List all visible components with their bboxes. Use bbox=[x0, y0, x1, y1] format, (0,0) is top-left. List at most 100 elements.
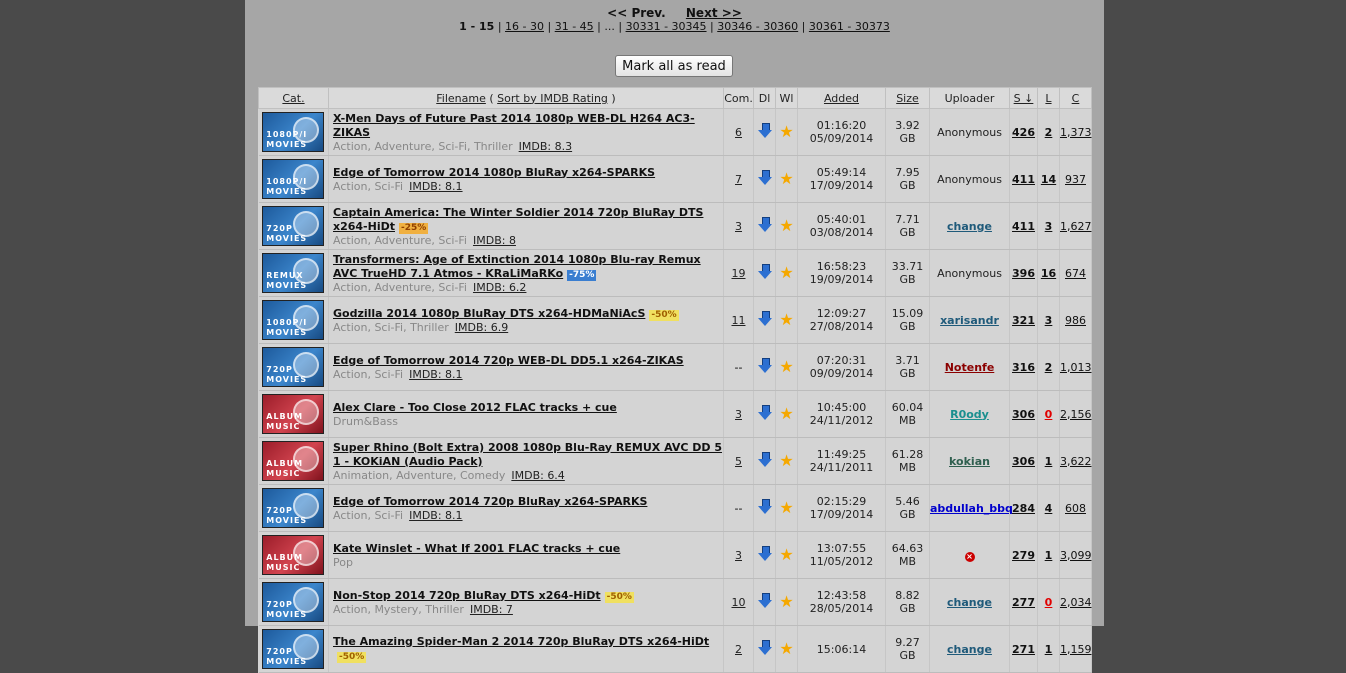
col-added[interactable]: Added bbox=[797, 87, 886, 109]
star-icon[interactable]: ★ bbox=[779, 592, 793, 611]
imdb-link[interactable]: IMDB: 7 bbox=[470, 603, 513, 616]
category-cell[interactable]: 1080P/I MOVIES bbox=[258, 296, 329, 344]
star-icon[interactable]: ★ bbox=[779, 404, 793, 423]
download-icon[interactable] bbox=[757, 452, 772, 467]
star-icon[interactable]: ★ bbox=[779, 122, 793, 141]
leechers-link[interactable]: 2 bbox=[1045, 126, 1053, 139]
watchlist-cell[interactable]: ★ bbox=[775, 108, 798, 156]
imdb-link[interactable]: IMDB: 8.3 bbox=[519, 140, 572, 153]
torrent-name-link[interactable]: Alex Clare - Too Close 2012 FLAC tracks … bbox=[333, 401, 617, 414]
seeders-link[interactable]: 426 bbox=[1012, 126, 1035, 139]
page-link[interactable]: 30331 - 30345 bbox=[626, 20, 707, 33]
download-icon[interactable] bbox=[757, 593, 772, 608]
category-cell[interactable]: 1080P/I MOVIES bbox=[258, 155, 329, 203]
category-cell[interactable]: 720P MOVIES bbox=[258, 343, 329, 391]
star-icon[interactable]: ★ bbox=[779, 357, 793, 376]
uploader-link[interactable]: change bbox=[947, 220, 992, 233]
star-icon[interactable]: ★ bbox=[779, 263, 793, 282]
category-icon[interactable]: ALBUM MUSIC bbox=[262, 394, 325, 434]
torrent-name-link[interactable]: Super Rhino (Bolt Extra) 2008 1080p Blu-… bbox=[333, 441, 722, 468]
completed-link[interactable]: 608 bbox=[1065, 502, 1086, 515]
comments-link[interactable]: 3 bbox=[735, 408, 742, 421]
watchlist-cell[interactable]: ★ bbox=[775, 249, 798, 297]
completed-link[interactable]: 1,013 bbox=[1060, 361, 1092, 374]
imdb-link[interactable]: IMDB: 6.2 bbox=[473, 281, 526, 294]
leechers-link[interactable]: 0 bbox=[1045, 408, 1053, 421]
sort-filename-link[interactable]: Filename bbox=[436, 92, 486, 105]
torrent-name-link[interactable]: Edge of Tomorrow 2014 720p WEB-DL DD5.1 … bbox=[333, 354, 684, 367]
star-icon[interactable]: ★ bbox=[779, 498, 793, 517]
leechers-link[interactable]: 1 bbox=[1045, 455, 1053, 468]
download-cell[interactable] bbox=[753, 249, 776, 297]
download-icon[interactable] bbox=[757, 217, 772, 232]
seeders-link[interactable]: 271 bbox=[1012, 643, 1035, 656]
uploader-link[interactable]: change bbox=[947, 643, 992, 656]
download-icon[interactable] bbox=[757, 311, 772, 326]
seeders-link[interactable]: 284 bbox=[1012, 502, 1035, 515]
leechers-link[interactable]: 0 bbox=[1045, 596, 1053, 609]
download-cell[interactable] bbox=[753, 390, 776, 438]
watchlist-cell[interactable]: ★ bbox=[775, 155, 798, 203]
comments-link[interactable]: 10 bbox=[732, 596, 746, 609]
comments-link[interactable]: 2 bbox=[735, 643, 742, 656]
leechers-link[interactable]: 4 bbox=[1045, 502, 1053, 515]
col-completed[interactable]: C bbox=[1059, 87, 1092, 109]
download-cell[interactable] bbox=[753, 296, 776, 344]
star-icon[interactable]: ★ bbox=[779, 310, 793, 329]
uploader-link[interactable]: xarisandr bbox=[940, 314, 999, 327]
star-icon[interactable]: ★ bbox=[779, 545, 793, 564]
seeders-link[interactable]: 411 bbox=[1012, 173, 1035, 186]
category-cell[interactable]: 1080P/I MOVIES bbox=[258, 108, 329, 156]
leechers-link[interactable]: 2 bbox=[1045, 361, 1053, 374]
watchlist-cell[interactable]: ★ bbox=[775, 531, 798, 579]
category-cell[interactable]: ALBUM MUSIC bbox=[258, 437, 329, 485]
category-cell[interactable]: 720P MOVIES bbox=[258, 625, 329, 673]
completed-link[interactable]: 986 bbox=[1065, 314, 1086, 327]
torrent-name-link[interactable]: Non-Stop 2014 720p BluRay DTS x264-HiDt bbox=[333, 589, 601, 602]
torrent-name-link[interactable]: Captain America: The Winter Soldier 2014… bbox=[333, 206, 703, 233]
imdb-link[interactable]: IMDB: 6.9 bbox=[455, 321, 508, 334]
torrent-name-link[interactable]: The Amazing Spider-Man 2 2014 720p BluRa… bbox=[333, 635, 709, 648]
leechers-link[interactable]: 1 bbox=[1045, 549, 1053, 562]
download-cell[interactable] bbox=[753, 437, 776, 485]
seeders-link[interactable]: 316 bbox=[1012, 361, 1035, 374]
comments-link[interactable]: 6 bbox=[735, 126, 742, 139]
seeders-link[interactable]: 279 bbox=[1012, 549, 1035, 562]
col-seeders[interactable]: S ↓ bbox=[1009, 87, 1038, 109]
completed-link[interactable]: 674 bbox=[1065, 267, 1086, 280]
download-icon[interactable] bbox=[757, 405, 772, 420]
watchlist-cell[interactable]: ★ bbox=[775, 625, 798, 673]
comments-link[interactable]: 3 bbox=[735, 549, 742, 562]
torrent-name-link[interactable]: X-Men Days of Future Past 2014 1080p WEB… bbox=[333, 112, 695, 139]
leechers-link[interactable]: 14 bbox=[1041, 173, 1056, 186]
imdb-link[interactable]: IMDB: 8 bbox=[473, 234, 516, 247]
imdb-link[interactable]: IMDB: 6.4 bbox=[511, 469, 564, 482]
download-cell[interactable] bbox=[753, 625, 776, 673]
star-icon[interactable]: ★ bbox=[779, 216, 793, 235]
torrent-name-link[interactable]: Transformers: Age of Extinction 2014 108… bbox=[333, 253, 701, 280]
watchlist-cell[interactable]: ★ bbox=[775, 202, 798, 250]
torrent-name-link[interactable]: Edge of Tomorrow 2014 720p BluRay x264-S… bbox=[333, 495, 647, 508]
star-icon[interactable]: ★ bbox=[779, 451, 793, 470]
imdb-link[interactable]: IMDB: 8.1 bbox=[409, 180, 462, 193]
completed-link[interactable]: 1,627 bbox=[1060, 220, 1092, 233]
category-icon[interactable]: ALBUM MUSIC bbox=[262, 441, 325, 481]
seeders-link[interactable]: 277 bbox=[1012, 596, 1035, 609]
completed-link[interactable]: 2,034 bbox=[1060, 596, 1092, 609]
download-icon[interactable] bbox=[757, 640, 772, 655]
category-cell[interactable]: 720P MOVIES bbox=[258, 202, 329, 250]
category-icon[interactable]: 720P MOVIES bbox=[262, 206, 325, 246]
category-cell[interactable]: ALBUM MUSIC bbox=[258, 390, 329, 438]
uploader-link[interactable]: Notenfe bbox=[945, 361, 995, 374]
completed-link[interactable]: 937 bbox=[1065, 173, 1086, 186]
download-icon[interactable] bbox=[757, 264, 772, 279]
category-icon[interactable]: 720P MOVIES bbox=[262, 347, 325, 387]
watchlist-cell[interactable]: ★ bbox=[775, 484, 798, 532]
seeders-link[interactable]: 411 bbox=[1012, 220, 1035, 233]
page-link[interactable]: 16 - 30 bbox=[505, 20, 544, 33]
download-icon[interactable] bbox=[757, 123, 772, 138]
download-icon[interactable] bbox=[757, 546, 772, 561]
category-cell[interactable]: 720P MOVIES bbox=[258, 578, 329, 626]
leechers-link[interactable]: 1 bbox=[1045, 643, 1053, 656]
download-cell[interactable] bbox=[753, 202, 776, 250]
